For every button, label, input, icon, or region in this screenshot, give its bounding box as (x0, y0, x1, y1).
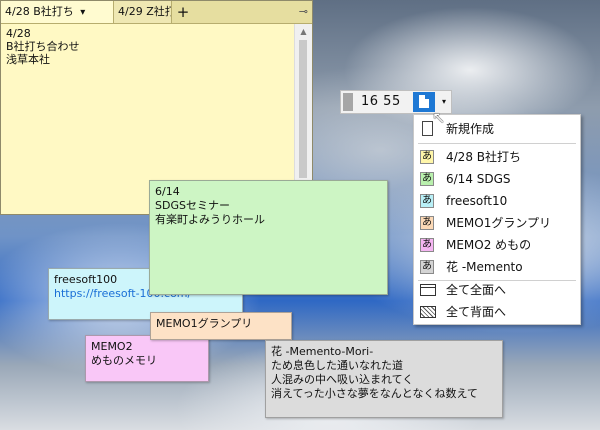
menu-item-label: MEMO2 めもの (446, 238, 532, 252)
scroll-up-icon[interactable]: ▲ (295, 24, 312, 40)
add-tab-button[interactable]: + (173, 1, 193, 23)
note-line: MEMO2 (91, 340, 133, 353)
note-sdgs[interactable]: 6/14 SDGSセミナー 有楽町よみうりホール (149, 180, 388, 295)
document-icon (419, 95, 429, 108)
note-line: B社打ち合わせ (6, 40, 80, 53)
menu-item-all-front[interactable]: 全て全面へ (414, 279, 580, 301)
pin-icon[interactable]: ⊸ (299, 1, 308, 23)
tab-4-29[interactable]: 4/29 Z社打 (114, 1, 172, 23)
note-menu: 新規作成 あ 4/28 B社打ち あ 6/14 SDGS あ freesoft1… (413, 114, 581, 325)
menu-item-note[interactable]: あ 6/14 SDGS (414, 168, 580, 190)
tab-label: 4/29 Z社打 (118, 5, 172, 18)
menu-item-label: 6/14 SDGS (446, 172, 511, 186)
drag-handle[interactable] (343, 93, 353, 111)
note-color-icon: あ (420, 172, 434, 186)
scroll-thumb[interactable] (299, 40, 307, 178)
note-line: めものメモリ (91, 354, 157, 367)
note-line: ため息色した通いなれた道 (271, 359, 403, 372)
menu-item-label: 全て全面へ (446, 283, 507, 297)
menu-item-label: MEMO1グランプリ (446, 216, 552, 230)
menu-separator (418, 143, 576, 144)
menu-item-all-back[interactable]: 全て背面へ (414, 301, 580, 323)
note-color-icon: あ (420, 260, 434, 274)
window-back-icon (420, 306, 436, 318)
clock-time: 16 55 (361, 94, 401, 109)
note-memento[interactable]: 花 -Memento-Mori- ため息色した通いなれた道 人混みの中へ吸い込ま… (265, 340, 503, 418)
note-line: 4/28 (6, 27, 31, 40)
note-line: MEMO1グランプリ (156, 317, 253, 330)
menu-item-label: freesoft10 (446, 194, 508, 208)
note-line: 花 -Memento-Mori- (271, 345, 374, 358)
note-line: 浅草本社 (6, 53, 50, 66)
menu-item-note[interactable]: あ 4/28 B社打ち (414, 146, 580, 168)
note-line: 消えてった小さな夢をなんとなくね数えて (271, 387, 478, 400)
note-line: 有楽町よみうりホール (155, 213, 265, 226)
menu-item-label: 4/28 B社打ち (446, 150, 521, 164)
menu-item-note[interactable]: あ 花 -Memento (414, 256, 580, 278)
tab-bar: 4/28 B社打ち ▾ 4/29 Z社打 + ⊸ (1, 1, 312, 24)
note-color-icon: あ (420, 194, 434, 208)
note-memo1[interactable]: MEMO1グランプリ (150, 312, 292, 340)
tab-4-28[interactable]: 4/28 B社打ち ▾ (1, 1, 114, 23)
note-color-icon: あ (420, 216, 434, 230)
menu-item-note[interactable]: あ freesoft10 (414, 190, 580, 212)
note-line: SDGSセミナー (155, 199, 230, 212)
menu-item-label: 全て背面へ (446, 305, 507, 319)
note-color-icon: あ (420, 150, 434, 164)
menu-item-note[interactable]: あ MEMO2 めもの (414, 234, 580, 256)
note-memo2[interactable]: MEMO2 めものメモリ (85, 335, 209, 382)
menu-item-label: 花 -Memento (446, 260, 523, 274)
mouse-cursor-icon: ↖ (432, 108, 446, 127)
note-line: 6/14 (155, 185, 180, 198)
window-front-icon (420, 284, 436, 296)
note-line: 人混みの中へ吸い込まれてく (271, 373, 414, 386)
note-color-icon: あ (420, 238, 434, 252)
menu-item-note[interactable]: あ MEMO1グランプリ (414, 212, 580, 234)
tab-dropdown-icon[interactable]: ▾ (80, 7, 85, 18)
menu-item-label: 新規作成 (446, 122, 495, 136)
tab-label: 4/28 B社打ち (5, 5, 74, 18)
